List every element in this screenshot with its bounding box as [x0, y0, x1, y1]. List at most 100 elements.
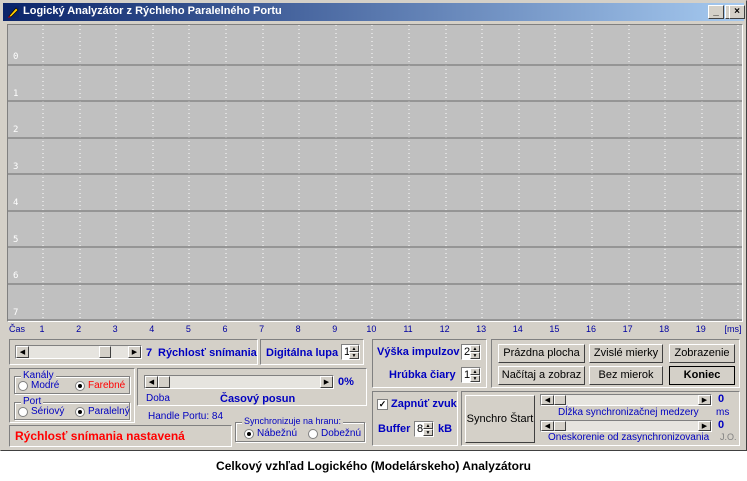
channel-label-5: 5 [13, 235, 19, 245]
time-tick: 16 [585, 324, 597, 334]
sync-start-button[interactable]: Synchro Štart [465, 395, 535, 443]
zoom-panel: Digitálna lupa 1 ▲ ▼ [260, 339, 364, 365]
time-tick: 7 [259, 324, 265, 334]
line-width-stepper[interactable]: 1 ▲ ▼ [461, 367, 481, 383]
scroll-right-icon[interactable]: ▶ [320, 376, 333, 388]
close-button[interactable]: × [729, 5, 745, 19]
spin-down-icon[interactable]: ▼ [423, 429, 433, 436]
status-panel: Rýchlosť snímania nastavená [9, 425, 232, 447]
sound-checkbox[interactable]: ✓ [377, 399, 388, 410]
scroll-right-icon[interactable]: ▶ [698, 421, 711, 431]
radio-color[interactable] [75, 381, 85, 391]
pulse-height-stepper[interactable]: 2 ▲ ▼ [461, 344, 481, 360]
sync-edge-group: Synchronizuje na hranu: Nábežnú Dobežnú [235, 416, 365, 442]
time-tick: 14 [512, 324, 523, 334]
radio-falling-edge[interactable] [308, 429, 318, 439]
channel-label-3: 3 [13, 162, 19, 172]
scroll-left-icon[interactable]: ◀ [16, 346, 29, 358]
display-button[interactable]: Zobrazenie [669, 344, 735, 363]
time-tick: 10 [366, 324, 377, 334]
time-shift-thumb[interactable] [158, 376, 170, 388]
buffer-stepper[interactable]: 8 ▲ ▼ [414, 421, 434, 437]
radio-rising-label: Nábežnú [257, 428, 298, 439]
speed-slider-thumb[interactable] [99, 346, 111, 358]
vertical-scales-button[interactable]: Zvislé mierky [589, 344, 663, 363]
radio-color-label: Farebné [88, 380, 126, 391]
time-tick: 1 [39, 324, 45, 334]
empty-plot-button[interactable]: Prázdna plocha [498, 344, 585, 363]
time-shift-percent: 0% [338, 376, 354, 388]
time-shift-panel: ◀ ▶ 0% Doba Časový posun [137, 368, 367, 406]
time-tick: 19 [695, 324, 706, 334]
speed-label: Rýchlosť snímania [158, 347, 257, 359]
spin-up-icon[interactable]: ▲ [423, 422, 433, 429]
sync-gap-slider[interactable]: ◀ ▶ [540, 394, 712, 406]
radio-rising-edge[interactable] [244, 429, 254, 439]
radio-blue[interactable] [18, 381, 28, 391]
spin-up-icon[interactable]: ▲ [470, 368, 480, 375]
spin-down-icon[interactable]: ▼ [349, 352, 359, 359]
time-tick: 18 [659, 324, 670, 334]
radio-serial[interactable] [18, 407, 28, 417]
pulse-height-label: Výška impulzov [377, 346, 460, 358]
no-scales-button[interactable]: Bez mierok [589, 366, 663, 385]
sync-delay-value: 0 [718, 419, 725, 431]
scroll-left-icon[interactable]: ◀ [541, 421, 554, 431]
channels-group: Kanály Modré Farebné [14, 370, 130, 394]
figure-caption: Celkový vzhľad Logického (Modelárskeho) … [216, 459, 531, 473]
radio-falling-label: Dobežnú [321, 428, 362, 439]
main-window: Logický Analyzátor z Rýchleho Paralelnéh… [0, 0, 747, 451]
spin-down-icon[interactable]: ▼ [470, 375, 480, 382]
channel-label-2: 2 [13, 125, 19, 135]
end-button[interactable]: Koniec [669, 366, 735, 385]
spin-up-icon[interactable]: ▲ [349, 345, 359, 352]
channel-label-7: 7 [13, 308, 19, 318]
zoom-stepper[interactable]: 1 ▲ ▼ [341, 344, 360, 360]
radio-serial-label: Sériový [31, 406, 65, 417]
line-width-label: Hrúbka čiary [389, 369, 456, 381]
buffer-unit: kB [438, 423, 453, 435]
time-tick: 3 [112, 324, 118, 334]
scroll-right-icon[interactable]: ▶ [698, 395, 711, 405]
speed-slider[interactable]: ◀ ▶ [15, 345, 142, 359]
sync-gap-unit: ms [716, 407, 730, 418]
plot-grid [8, 25, 742, 321]
sync-edge-title: Synchronizuje na hranu: [242, 416, 344, 426]
load-display-button[interactable]: Načítaj a zobraz [498, 366, 585, 385]
spin-up-icon[interactable]: ▲ [470, 345, 480, 352]
time-shift-slider[interactable]: ◀ ▶ [144, 375, 334, 389]
display-params-panel: Výška impulzov 2 ▲ ▼ Hrúbka čiary 1 ▲ ▼ [372, 339, 487, 388]
time-tick: 11 [403, 324, 413, 334]
doba-label: Doba [146, 393, 170, 404]
time-tick: 2 [76, 324, 82, 334]
radio-blue-label: Modré [31, 380, 60, 391]
minimize-button[interactable]: _ [708, 5, 724, 19]
sync-panel: Synchro Štart ◀ ▶ 0 Dĺžka synchronizačne… [461, 391, 740, 446]
time-tick: 5 [185, 324, 191, 334]
spin-down-icon[interactable]: ▼ [470, 352, 480, 359]
scroll-left-icon[interactable]: ◀ [145, 376, 158, 388]
signal-plot[interactable]: 0 1 2 3 4 5 6 7 [7, 24, 743, 322]
mode-panel: Kanály Modré Farebné Port Sériový Parale… [9, 368, 135, 423]
author-signature: J.O. [720, 432, 737, 442]
time-tick: 15 [549, 324, 560, 334]
time-tick: 6 [222, 324, 228, 334]
channel-label-4: 4 [13, 198, 19, 208]
sync-delay-slider[interactable]: ◀ ▶ [540, 420, 712, 432]
handle-port: Handle Portu: 84 [148, 411, 224, 422]
status-text: Rýchlosť snímania nastavená [15, 429, 185, 443]
time-shift-label: Časový posun [220, 393, 296, 405]
speed-value: 7 [146, 347, 153, 359]
app-pencil-icon [7, 6, 19, 18]
sync-delay-label: Oneskorenie od zasynchronizovania [548, 432, 710, 443]
scroll-left-icon[interactable]: ◀ [541, 395, 554, 405]
sync-delay-thumb[interactable] [554, 421, 566, 431]
radio-parallel[interactable] [75, 407, 85, 417]
scroll-right-icon[interactable]: ▶ [128, 346, 141, 358]
time-tick: 13 [476, 324, 487, 334]
time-tick: 12 [439, 324, 450, 334]
sync-gap-thumb[interactable] [554, 395, 566, 405]
time-unit: [ms] [724, 324, 742, 334]
title-bar[interactable]: Logický Analyzátor z Rýchleho Paralelnéh… [3, 3, 744, 21]
radio-parallel-label: Paralelný [88, 406, 130, 417]
